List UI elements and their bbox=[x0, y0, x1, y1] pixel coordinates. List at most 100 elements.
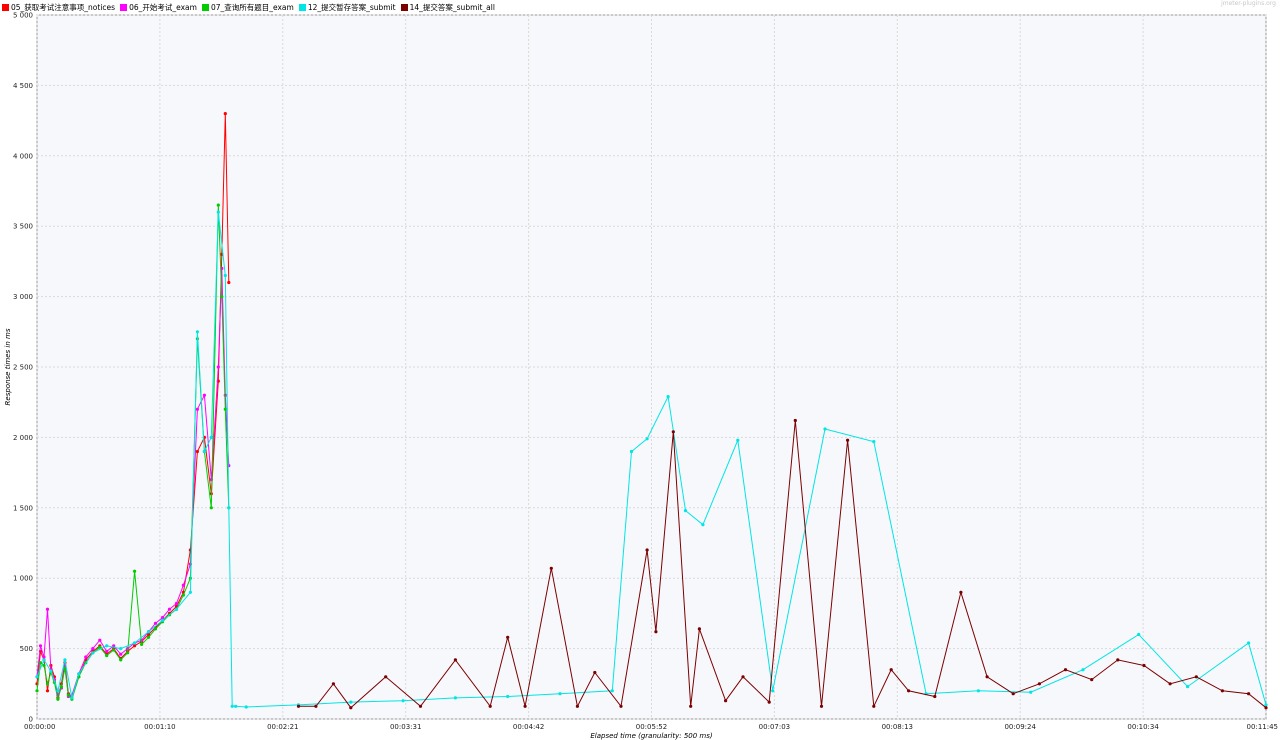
data-point bbox=[331, 682, 335, 686]
data-point bbox=[506, 635, 510, 639]
data-point bbox=[56, 689, 60, 693]
data-point bbox=[767, 700, 771, 704]
data-point bbox=[56, 697, 60, 701]
data-point bbox=[160, 618, 165, 623]
data-point bbox=[133, 569, 137, 573]
data-point bbox=[401, 699, 405, 703]
data-point bbox=[45, 689, 50, 693]
y-tick-label: 500 bbox=[20, 645, 33, 653]
data-point bbox=[976, 689, 981, 693]
data-point bbox=[349, 700, 353, 704]
y-tick-label: 1 000 bbox=[13, 575, 33, 583]
data-point bbox=[91, 651, 95, 655]
data-point bbox=[133, 644, 137, 648]
data-point bbox=[181, 583, 185, 587]
data-point bbox=[209, 506, 213, 510]
data-point bbox=[91, 647, 95, 651]
data-point bbox=[724, 699, 728, 703]
data-point bbox=[160, 616, 165, 620]
y-axis-title: Response times in ms bbox=[4, 328, 12, 405]
data-point bbox=[593, 670, 597, 675]
data-point bbox=[575, 704, 580, 708]
y-tick-label: 3 000 bbox=[13, 293, 33, 301]
data-point bbox=[1029, 690, 1033, 694]
data-point bbox=[1186, 685, 1190, 689]
data-point bbox=[153, 627, 158, 631]
data-point bbox=[629, 449, 634, 454]
x-tick-label: 00:11:45 bbox=[1247, 723, 1278, 731]
data-point bbox=[872, 704, 876, 708]
data-point bbox=[42, 658, 46, 662]
data-point bbox=[220, 295, 224, 299]
data-point bbox=[244, 705, 248, 709]
data-point bbox=[296, 704, 301, 708]
y-tick-label: 1 500 bbox=[13, 504, 33, 512]
data-point bbox=[1168, 682, 1172, 686]
data-point bbox=[1037, 682, 1041, 686]
data-point bbox=[227, 280, 231, 285]
data-point bbox=[666, 395, 670, 399]
x-tick-label: 00:10:34 bbox=[1127, 723, 1159, 731]
data-point bbox=[671, 430, 675, 434]
data-point bbox=[174, 607, 179, 611]
data-point bbox=[523, 704, 527, 708]
data-point bbox=[98, 638, 102, 642]
data-point bbox=[1247, 692, 1251, 696]
data-point bbox=[1090, 678, 1094, 682]
data-point bbox=[645, 548, 649, 552]
data-point bbox=[105, 649, 109, 654]
data-point bbox=[140, 642, 144, 647]
x-tick-label: 00:09:24 bbox=[1004, 723, 1036, 731]
data-point bbox=[45, 607, 50, 611]
data-point bbox=[227, 506, 231, 510]
data-point bbox=[1063, 668, 1068, 672]
data-point bbox=[133, 641, 137, 645]
data-point bbox=[549, 566, 553, 570]
data-point bbox=[216, 210, 220, 214]
data-point bbox=[1220, 689, 1224, 693]
x-tick-label: 00:07:03 bbox=[759, 723, 790, 731]
data-point bbox=[45, 682, 50, 686]
data-point bbox=[1011, 692, 1015, 696]
data-point bbox=[223, 112, 227, 116]
data-point bbox=[77, 672, 81, 676]
data-point bbox=[174, 601, 179, 606]
data-point bbox=[907, 689, 911, 693]
y-tick-label: 4 000 bbox=[13, 152, 33, 160]
y-tick-label: 2 000 bbox=[13, 434, 33, 442]
data-point bbox=[453, 658, 457, 662]
data-point bbox=[195, 407, 199, 411]
data-point bbox=[1264, 706, 1268, 710]
data-point bbox=[38, 644, 43, 648]
data-point bbox=[35, 689, 39, 693]
data-point bbox=[645, 437, 649, 441]
data-point bbox=[42, 655, 46, 659]
data-point bbox=[66, 693, 70, 697]
y-tick-label: 2 500 bbox=[13, 364, 33, 372]
data-point bbox=[63, 658, 67, 662]
data-point bbox=[959, 590, 963, 594]
data-point bbox=[985, 675, 989, 679]
data-point bbox=[506, 694, 510, 699]
data-point bbox=[202, 393, 206, 397]
data-point bbox=[84, 655, 88, 659]
data-point bbox=[1116, 658, 1120, 662]
data-point bbox=[488, 704, 492, 708]
data-point bbox=[195, 449, 199, 454]
data-point bbox=[119, 647, 123, 651]
data-point bbox=[384, 675, 388, 679]
data-point bbox=[59, 685, 64, 689]
y-tick-label: 5 000 bbox=[13, 12, 33, 20]
x-tick-label: 00:08:13 bbox=[882, 723, 913, 731]
data-point bbox=[654, 630, 658, 634]
data-point bbox=[35, 675, 39, 679]
data-point bbox=[202, 449, 206, 454]
data-point bbox=[349, 706, 353, 710]
data-point bbox=[819, 704, 824, 708]
data-point bbox=[181, 593, 185, 597]
data-point bbox=[188, 590, 192, 594]
data-point bbox=[216, 365, 220, 369]
y-tick-label: 4 500 bbox=[13, 82, 33, 90]
data-point bbox=[153, 621, 158, 625]
data-point bbox=[126, 651, 130, 655]
